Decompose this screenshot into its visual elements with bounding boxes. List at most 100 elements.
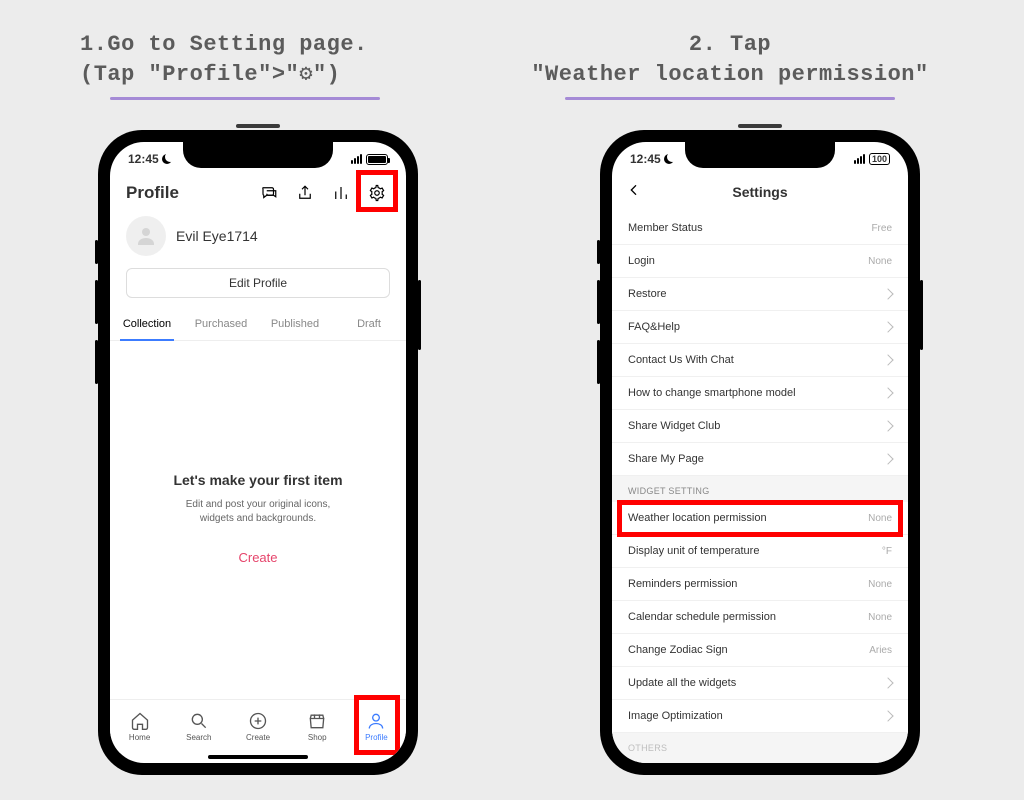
row-label: Weather location permission xyxy=(628,512,767,524)
step2-line2: "Weather location permission" xyxy=(490,60,970,90)
caption-underline xyxy=(565,97,895,100)
signal-icon xyxy=(854,154,865,164)
step1-line2: (Tap "Profile">"⚙") xyxy=(80,60,440,90)
page-title: Settings xyxy=(732,184,787,200)
tab-collection[interactable]: Collection xyxy=(110,310,184,340)
speaker-slot xyxy=(236,124,280,128)
chevron-left-icon xyxy=(626,182,642,198)
row-value: None xyxy=(868,513,892,524)
row-value: Free xyxy=(871,223,892,234)
tabbar-shop[interactable]: Shop xyxy=(288,700,347,753)
row-weather-permission[interactable]: Weather location permission None xyxy=(612,502,908,535)
row-label: Contact Us With Chat xyxy=(628,354,734,366)
user-row: Evil Eye1714 xyxy=(110,216,406,256)
phone-notch xyxy=(685,142,835,168)
share-icon[interactable] xyxy=(296,184,314,202)
profile-tabs: Collection Purchased Published Draft xyxy=(110,310,406,341)
row-label: Restore xyxy=(628,288,667,300)
tab-purchased[interactable]: Purchased xyxy=(184,310,258,340)
phone-side-buttons-left xyxy=(95,240,98,400)
chevron-right-icon xyxy=(882,321,893,332)
row-label: Image Optimization xyxy=(628,710,723,722)
row-calendar[interactable]: Calendar schedule permission None xyxy=(612,601,908,634)
shop-icon xyxy=(307,711,327,731)
tabbar-create[interactable]: Create xyxy=(228,700,287,753)
phone-side-button-right xyxy=(920,280,923,350)
row-change-model[interactable]: How to change smartphone model xyxy=(612,377,908,410)
row-label: Reminders permission xyxy=(628,578,737,590)
empty-state: Let's make your first item Edit and post… xyxy=(130,472,386,565)
speaker-slot xyxy=(738,124,782,128)
row-value: Aries xyxy=(869,645,892,656)
row-member-status[interactable]: Member Status Free xyxy=(612,212,908,245)
caption-underline xyxy=(110,97,380,100)
row-zodiac[interactable]: Change Zodiac Sign Aries xyxy=(612,634,908,667)
step1-line1: 1.Go to Setting page. xyxy=(80,30,440,60)
row-label: Calendar schedule permission xyxy=(628,611,776,623)
row-restore[interactable]: Restore xyxy=(612,278,908,311)
row-update-widgets[interactable]: Update all the widgets xyxy=(612,667,908,700)
row-label: Change Zodiac Sign xyxy=(628,644,728,656)
do-not-disturb-icon xyxy=(162,154,172,164)
create-link[interactable]: Create xyxy=(130,550,386,565)
back-button[interactable] xyxy=(626,182,642,201)
tabbar-home[interactable]: Home xyxy=(110,700,169,753)
row-temp-unit[interactable]: Display unit of temperature °F xyxy=(612,535,908,568)
step1-caption: 1.Go to Setting page. (Tap "Profile">"⚙"… xyxy=(80,30,440,100)
row-value: °F xyxy=(882,546,892,557)
edit-profile-button[interactable]: Edit Profile xyxy=(126,268,390,298)
row-login[interactable]: Login None xyxy=(612,245,908,278)
status-time: 12:45 xyxy=(630,152,661,166)
row-share-my-page[interactable]: Share My Page xyxy=(612,443,908,476)
do-not-disturb-icon xyxy=(664,154,674,164)
tab-published[interactable]: Published xyxy=(258,310,332,340)
phone-side-button-right xyxy=(418,280,421,350)
chevron-right-icon xyxy=(882,420,893,431)
home-indicator xyxy=(208,755,308,759)
row-contact[interactable]: Contact Us With Chat xyxy=(612,344,908,377)
row-value: None xyxy=(868,612,892,623)
page-title: Profile xyxy=(126,183,179,203)
settings-header: Settings xyxy=(612,174,908,210)
row-image-opt[interactable]: Image Optimization xyxy=(612,700,908,733)
stats-icon[interactable] xyxy=(332,184,350,202)
status-time: 12:45 xyxy=(128,152,159,166)
step2-caption: 2. Tap "Weather location permission" xyxy=(490,30,970,100)
row-share-club[interactable]: Share Widget Club xyxy=(612,410,908,443)
section-others: OTHERS xyxy=(612,733,908,759)
edit-profile-label: Edit Profile xyxy=(229,276,287,290)
empty-subtitle: Edit and post your original icons, widge… xyxy=(130,498,386,526)
search-icon xyxy=(189,711,209,731)
row-value: None xyxy=(868,579,892,590)
row-label: Member Status xyxy=(628,222,703,234)
phone-settings: 12:45 100 Settings Member Status Free Lo… xyxy=(600,130,920,775)
chevron-right-icon xyxy=(882,354,893,365)
phone-side-buttons-left xyxy=(597,240,600,400)
chevron-right-icon xyxy=(882,453,893,464)
signal-icon xyxy=(351,154,362,164)
tab-draft[interactable]: Draft xyxy=(332,310,406,340)
row-reminders[interactable]: Reminders permission None xyxy=(612,568,908,601)
row-label: Login xyxy=(628,255,655,267)
chevron-right-icon xyxy=(882,387,893,398)
screen-profile: 12:45 Profile xyxy=(110,142,406,763)
phone-notch xyxy=(183,142,333,168)
settings-list[interactable]: Member Status Free Login None Restore FA… xyxy=(612,212,908,763)
highlight-profile-tab xyxy=(354,695,400,755)
row-faq[interactable]: FAQ&Help xyxy=(612,311,908,344)
chevron-right-icon xyxy=(882,288,893,299)
phone-profile: 12:45 Profile xyxy=(98,130,418,775)
row-value: None xyxy=(868,256,892,267)
highlight-gear xyxy=(356,170,398,212)
tabbar-search[interactable]: Search xyxy=(169,700,228,753)
username-label: Evil Eye1714 xyxy=(176,228,258,244)
empty-title: Let's make your first item xyxy=(130,472,386,488)
row-label: Display unit of temperature xyxy=(628,545,759,557)
screen-settings: 12:45 100 Settings Member Status Free Lo… xyxy=(612,142,908,763)
battery-icon xyxy=(366,154,388,165)
section-widget-setting: WIDGET SETTING xyxy=(612,476,908,502)
battery-text: 100 xyxy=(869,153,890,165)
avatar[interactable] xyxy=(126,216,166,256)
chat-icon[interactable] xyxy=(260,184,278,202)
chevron-right-icon xyxy=(882,677,893,688)
